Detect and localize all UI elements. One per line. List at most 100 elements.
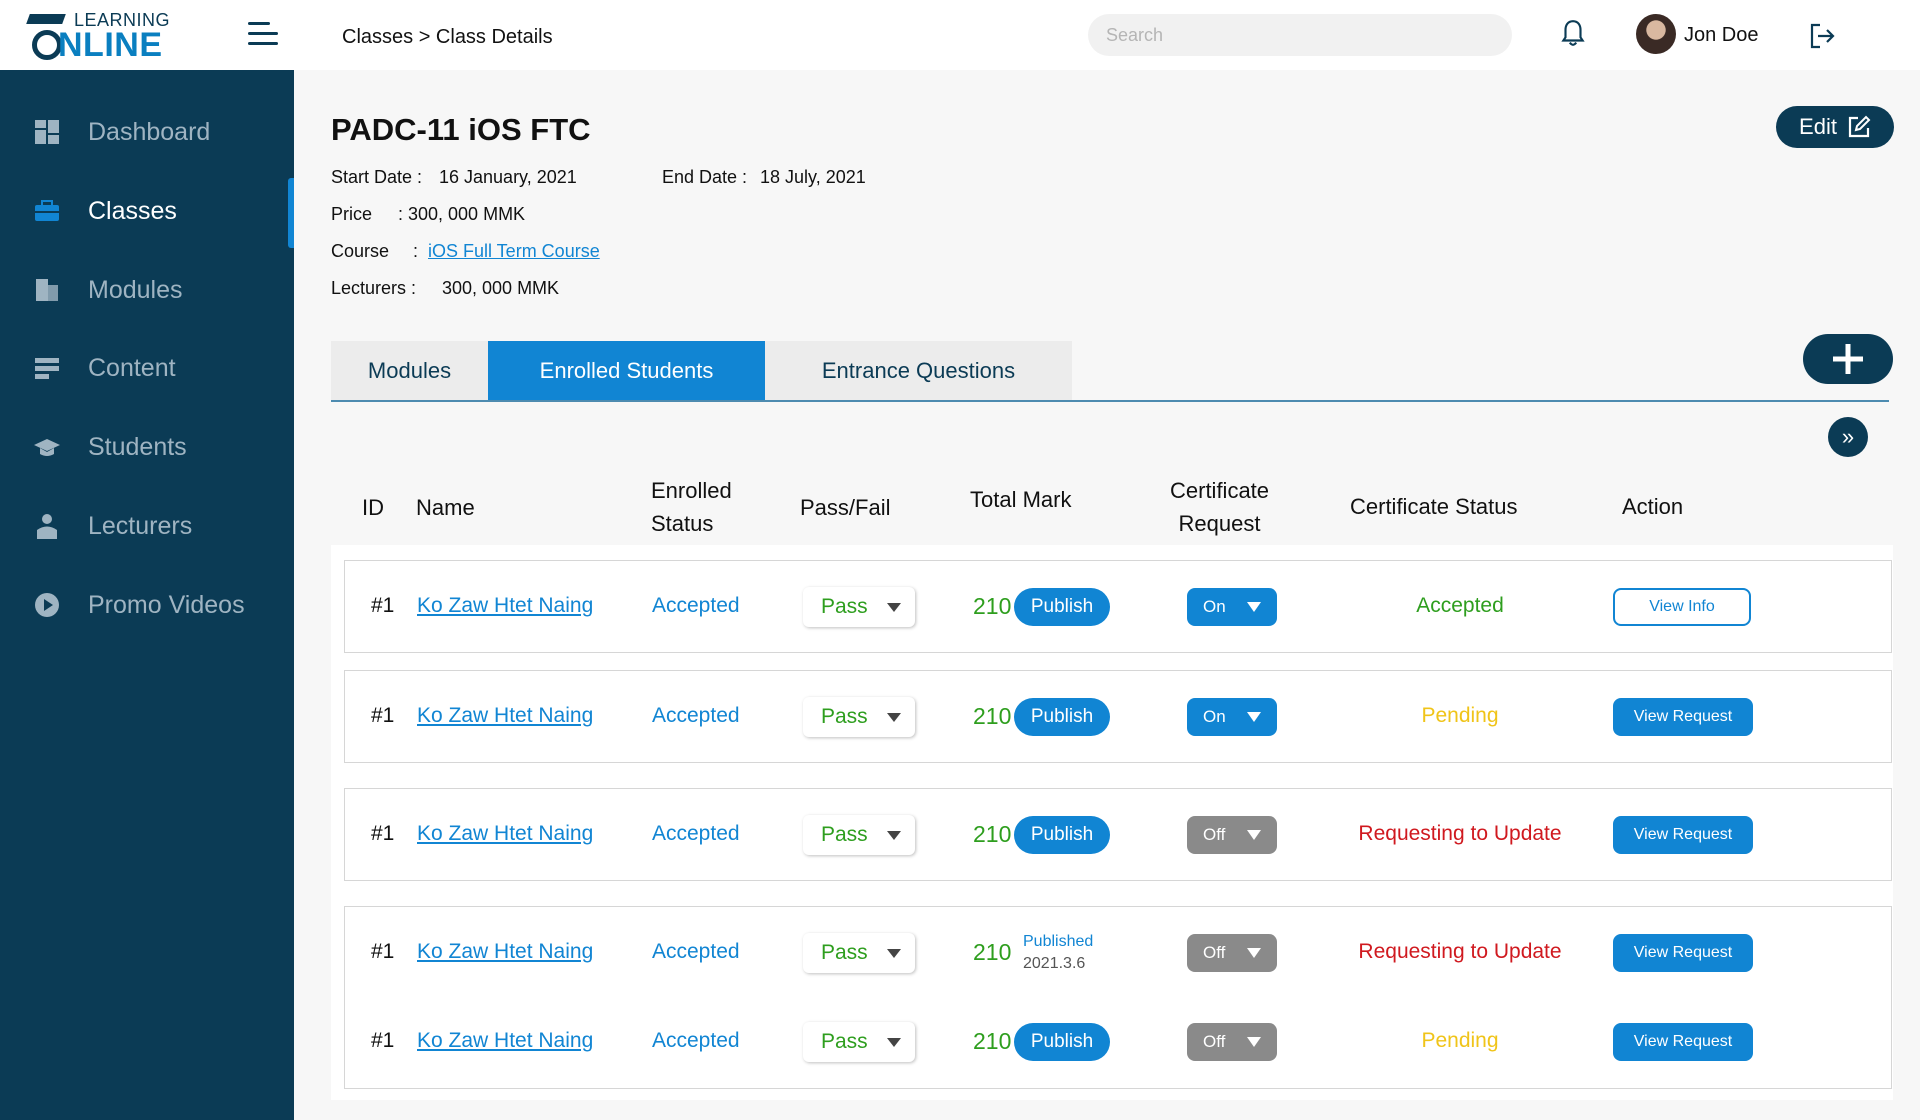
toggle-value: Off bbox=[1203, 1032, 1226, 1051]
column-header-certificate-request: Certificate Request bbox=[1170, 474, 1269, 540]
view-request-button[interactable]: View Request bbox=[1613, 816, 1753, 854]
pass-fail-value: Pass bbox=[821, 941, 868, 964]
caret-down-icon bbox=[1247, 602, 1261, 612]
column-header-pass-fail: Pass/Fail bbox=[800, 495, 891, 520]
column-header-action: Action bbox=[1622, 494, 1684, 519]
student-name-link[interactable]: Ko Zaw Htet Naing bbox=[417, 822, 593, 846]
add-button[interactable] bbox=[1803, 334, 1893, 384]
double-chevron-right-icon[interactable]: » bbox=[1828, 417, 1868, 457]
student-name-link[interactable]: Ko Zaw Htet Naing bbox=[417, 704, 593, 728]
certificate-status: Pending bbox=[1421, 1029, 1499, 1052]
publish-button[interactable]: Publish bbox=[1014, 1023, 1110, 1061]
pass-fail-select[interactable]: Pass bbox=[803, 1022, 915, 1062]
published-date: 2021.3.6 bbox=[1023, 955, 1086, 972]
publish-button[interactable]: Publish bbox=[1014, 816, 1110, 854]
sidebar-item-label: Promo Videos bbox=[88, 590, 245, 619]
certificate-request-toggle[interactable]: Off bbox=[1187, 934, 1277, 972]
view-request-button[interactable]: View Request bbox=[1613, 934, 1753, 972]
certificate-status: Requesting to Update bbox=[1358, 940, 1562, 963]
toggle-value: Off bbox=[1203, 825, 1226, 844]
sidebar-item-modules[interactable]: Modules bbox=[0, 260, 294, 320]
column-header-enrolled-status: Enrolled Status bbox=[651, 474, 732, 540]
column-header-id: ID bbox=[362, 495, 384, 520]
publish-button[interactable]: Publish bbox=[1014, 698, 1110, 736]
search-input[interactable] bbox=[1088, 14, 1512, 56]
pass-fail-value: Pass bbox=[821, 595, 868, 618]
course-separator: : bbox=[413, 241, 419, 261]
total-mark: 210 bbox=[973, 593, 1012, 619]
edit-button[interactable]: Edit bbox=[1776, 106, 1894, 148]
tab-entrance-questions[interactable]: Entrance Questions bbox=[765, 341, 1072, 401]
total-mark: 210 bbox=[973, 821, 1012, 847]
lecturers-label: Lecturers : bbox=[331, 278, 417, 298]
pass-fail-value: Pass bbox=[821, 823, 868, 846]
toggle-value: On bbox=[1203, 707, 1226, 726]
enrolled-status: Accepted bbox=[652, 1029, 740, 1052]
student-name-link[interactable]: Ko Zaw Htet Naing bbox=[417, 594, 593, 618]
pass-fail-value: Pass bbox=[821, 705, 868, 728]
caret-down-icon bbox=[1247, 830, 1261, 840]
course-link[interactable]: iOS Full Term Course bbox=[428, 241, 600, 262]
toggle-value: On bbox=[1203, 597, 1226, 616]
caret-down-icon bbox=[887, 713, 901, 722]
sidebar-item-label: Classes bbox=[88, 196, 177, 225]
edit-label: Edit bbox=[1799, 114, 1837, 139]
enrolled-status: Accepted bbox=[652, 940, 740, 963]
certificate-request-toggle[interactable]: On bbox=[1187, 588, 1277, 626]
header-line-2: Status bbox=[651, 511, 714, 536]
app-logo[interactable]: LEARNING NLINE bbox=[26, 10, 178, 64]
total-mark: 210 bbox=[973, 939, 1012, 965]
sidebar-item-dashboard[interactable]: Dashboard bbox=[0, 102, 294, 162]
bell-icon[interactable] bbox=[1560, 18, 1586, 48]
user-name[interactable]: Jon Doe bbox=[1684, 24, 1759, 47]
enrolled-status: Accepted bbox=[652, 822, 740, 845]
caret-down-icon bbox=[1247, 948, 1261, 958]
sidebar-item-promo-videos[interactable]: Promo Videos bbox=[0, 575, 294, 635]
column-header-total-mark: Total Mark bbox=[970, 487, 1072, 512]
edit-icon bbox=[1848, 115, 1871, 138]
certificate-request-toggle[interactable]: Off bbox=[1187, 816, 1277, 854]
row-id: #1 bbox=[371, 822, 395, 845]
publish-button[interactable]: Publish bbox=[1014, 588, 1110, 626]
view-request-button[interactable]: View Request bbox=[1613, 1023, 1753, 1061]
sidebar-item-lecturers[interactable]: Lecturers bbox=[0, 496, 294, 556]
pass-fail-select[interactable]: Pass bbox=[803, 697, 915, 737]
sidebar-item-label: Dashboard bbox=[88, 117, 211, 146]
graduation-cap-icon bbox=[34, 439, 60, 456]
pass-fail-select[interactable]: Pass bbox=[803, 587, 915, 627]
total-mark: 210 bbox=[973, 703, 1012, 729]
course-label: Course bbox=[331, 241, 390, 261]
sidebar-item-classes[interactable]: Classes bbox=[0, 181, 294, 241]
pass-fail-select[interactable]: Pass bbox=[803, 815, 915, 855]
student-name-link[interactable]: Ko Zaw Htet Naing bbox=[417, 940, 593, 964]
tab-modules[interactable]: Modules bbox=[331, 341, 488, 401]
tab-enrolled-students[interactable]: Enrolled Students bbox=[488, 341, 765, 401]
menu-icon[interactable] bbox=[248, 22, 278, 48]
lecturers-value: 300, 000 MMK bbox=[442, 278, 560, 298]
logout-icon[interactable] bbox=[1808, 22, 1836, 50]
certificate-request-toggle[interactable]: Off bbox=[1187, 1023, 1277, 1061]
student-name-link[interactable]: Ko Zaw Htet Naing bbox=[417, 1029, 593, 1053]
sidebar-item-content[interactable]: Content bbox=[0, 338, 294, 398]
column-header-name: Name bbox=[416, 495, 475, 520]
pass-fail-select[interactable]: Pass bbox=[803, 933, 915, 973]
page-title: PADC-11 iOS FTC bbox=[331, 112, 591, 147]
header-line-2: Request bbox=[1178, 511, 1261, 536]
avatar[interactable] bbox=[1636, 14, 1676, 54]
row-id: #1 bbox=[371, 940, 395, 963]
certificate-request-toggle[interactable]: On bbox=[1187, 698, 1277, 736]
tab-divider bbox=[331, 400, 1889, 402]
sidebar-item-label: Modules bbox=[88, 275, 183, 304]
view-info-button[interactable]: View Info bbox=[1613, 588, 1751, 626]
sidebar-item-students[interactable]: Students bbox=[0, 417, 294, 477]
lecturer-icon bbox=[37, 514, 57, 539]
caret-down-icon bbox=[1247, 712, 1261, 722]
briefcase-icon bbox=[35, 200, 59, 221]
price-value: : 300, 000 MMK bbox=[398, 204, 526, 224]
graduation-cap-icon bbox=[26, 14, 66, 24]
view-request-button[interactable]: View Request bbox=[1613, 698, 1753, 736]
header-line-1: Enrolled bbox=[651, 478, 732, 503]
enrolled-status: Accepted bbox=[652, 594, 740, 617]
row-id: #1 bbox=[371, 1029, 395, 1052]
play-icon bbox=[35, 593, 59, 617]
